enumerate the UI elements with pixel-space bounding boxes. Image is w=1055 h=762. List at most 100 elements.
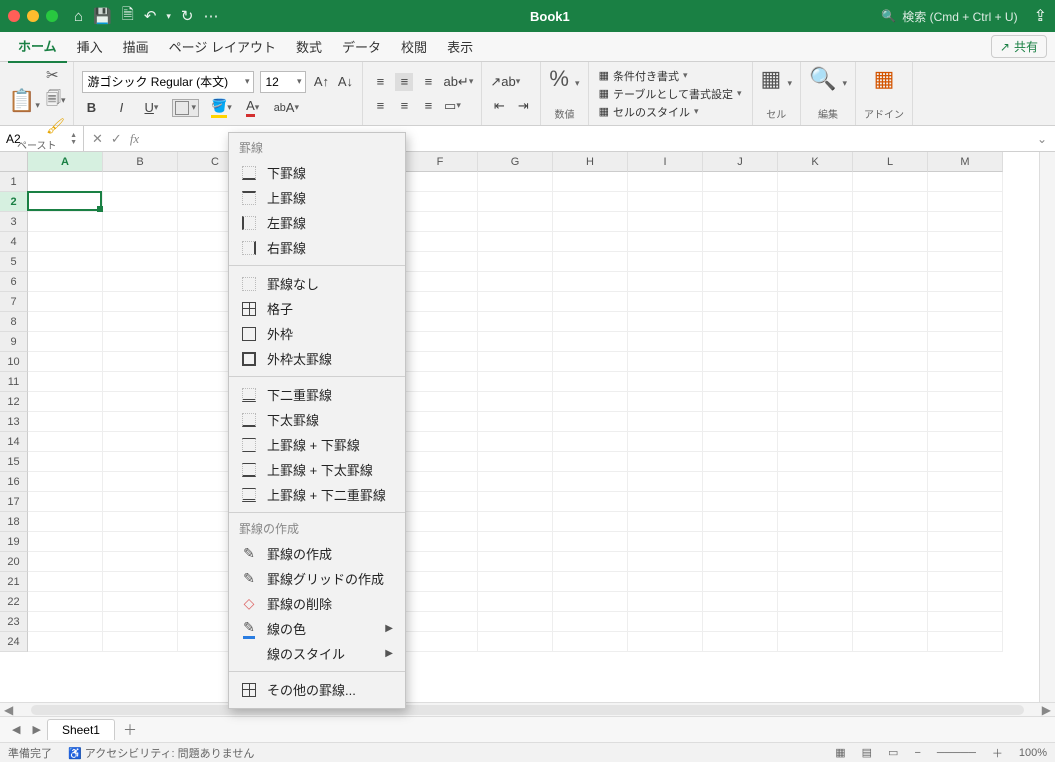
row-header[interactable]: 4 [0, 232, 28, 252]
name-box[interactable]: A2 ▲▼ [0, 126, 84, 151]
cell[interactable] [778, 532, 853, 552]
align-bottom-icon[interactable]: ≡ [419, 73, 437, 91]
cell[interactable] [628, 252, 703, 272]
cell[interactable] [28, 412, 103, 432]
cell[interactable] [28, 272, 103, 292]
cell[interactable] [403, 372, 478, 392]
col-header[interactable]: J [703, 152, 778, 172]
row-header[interactable]: 12 [0, 392, 28, 412]
cell[interactable] [703, 452, 778, 472]
cell[interactable] [928, 512, 1003, 532]
cell[interactable] [778, 392, 853, 412]
cell-grid[interactable] [28, 172, 1039, 702]
cell[interactable] [928, 612, 1003, 632]
cell[interactable] [703, 472, 778, 492]
cell[interactable] [778, 612, 853, 632]
cell[interactable] [553, 552, 628, 572]
row-header[interactable]: 13 [0, 412, 28, 432]
cell[interactable] [928, 592, 1003, 612]
cell[interactable] [778, 632, 853, 652]
minimize-window[interactable] [27, 10, 39, 22]
addins-icon[interactable]: ▦ [864, 66, 904, 92]
horizontal-scrollbar[interactable]: ◀▶ [0, 702, 1055, 716]
cell[interactable] [553, 452, 628, 472]
cell[interactable] [928, 312, 1003, 332]
view-normal-icon[interactable]: ▦ [835, 746, 845, 759]
cell[interactable] [103, 572, 178, 592]
cell[interactable] [478, 212, 553, 232]
cell[interactable] [853, 472, 928, 492]
cell[interactable] [103, 412, 178, 432]
cell[interactable] [103, 592, 178, 612]
draw-border[interactable]: ✎罫線の作成 [229, 541, 405, 566]
cell[interactable] [478, 432, 553, 452]
cell[interactable] [778, 192, 853, 212]
cell[interactable] [478, 312, 553, 332]
tab-data[interactable]: データ [332, 31, 391, 62]
cell[interactable] [478, 292, 553, 312]
cell[interactable] [553, 432, 628, 452]
cell[interactable] [853, 252, 928, 272]
tab-home[interactable]: ホーム [8, 30, 67, 63]
cell[interactable] [703, 172, 778, 192]
cell[interactable] [553, 492, 628, 512]
cell[interactable] [553, 512, 628, 532]
cell[interactable] [103, 432, 178, 452]
col-header[interactable]: H [553, 152, 628, 172]
cell[interactable] [628, 412, 703, 432]
cell[interactable] [928, 192, 1003, 212]
cell[interactable] [628, 532, 703, 552]
cell[interactable] [703, 332, 778, 352]
cell[interactable] [703, 372, 778, 392]
cell[interactable] [28, 192, 103, 212]
cell[interactable] [478, 472, 553, 492]
cell[interactable] [28, 372, 103, 392]
copy-icon[interactable]: 🗐▾ [46, 88, 66, 113]
cell[interactable] [403, 572, 478, 592]
cell[interactable] [853, 532, 928, 552]
cell[interactable] [928, 292, 1003, 312]
erase-border[interactable]: ◇罫線の削除 [229, 591, 405, 616]
cell[interactable] [28, 392, 103, 412]
draw-border-grid[interactable]: ✎罫線グリッドの作成 [229, 566, 405, 591]
cell[interactable] [403, 492, 478, 512]
row-header[interactable]: 24 [0, 632, 28, 652]
cell[interactable] [853, 392, 928, 412]
tab-insert[interactable]: 挿入 [67, 31, 113, 62]
cell[interactable] [853, 512, 928, 532]
home-icon[interactable]: ⌂ [74, 8, 83, 25]
col-header[interactable]: M [928, 152, 1003, 172]
cell[interactable] [778, 572, 853, 592]
cell[interactable] [403, 552, 478, 572]
cell[interactable] [28, 532, 103, 552]
cell[interactable] [778, 292, 853, 312]
cell[interactable] [628, 632, 703, 652]
border-bottom-double[interactable]: 下二重罫線 [229, 382, 405, 407]
cell[interactable] [703, 232, 778, 252]
cell[interactable] [853, 432, 928, 452]
cell[interactable] [628, 192, 703, 212]
cell[interactable] [553, 252, 628, 272]
cell[interactable] [103, 452, 178, 472]
tab-draw[interactable]: 描画 [113, 31, 159, 62]
status-accessibility[interactable]: ♿ アクセシビリティ: 問題ありません [68, 745, 254, 761]
row-header[interactable]: 10 [0, 352, 28, 372]
cell[interactable] [628, 592, 703, 612]
row-header[interactable]: 11 [0, 372, 28, 392]
cell[interactable] [628, 472, 703, 492]
more-borders[interactable]: その他の罫線... [229, 677, 405, 702]
row-header[interactable]: 9 [0, 332, 28, 352]
cell[interactable] [28, 232, 103, 252]
align-middle-icon[interactable]: ≡ [395, 73, 413, 91]
cell[interactable] [28, 452, 103, 472]
cut-icon[interactable]: ✂ [46, 66, 66, 84]
cell[interactable] [853, 352, 928, 372]
cell[interactable] [103, 632, 178, 652]
borders-button[interactable]: ▾ [172, 99, 199, 117]
cell[interactable] [553, 592, 628, 612]
cell[interactable] [703, 632, 778, 652]
formula-expand-icon[interactable]: ⌄ [1029, 132, 1055, 146]
paste-icon[interactable]: 📋▾ [8, 88, 40, 114]
cell[interactable] [478, 612, 553, 632]
cell[interactable] [628, 212, 703, 232]
